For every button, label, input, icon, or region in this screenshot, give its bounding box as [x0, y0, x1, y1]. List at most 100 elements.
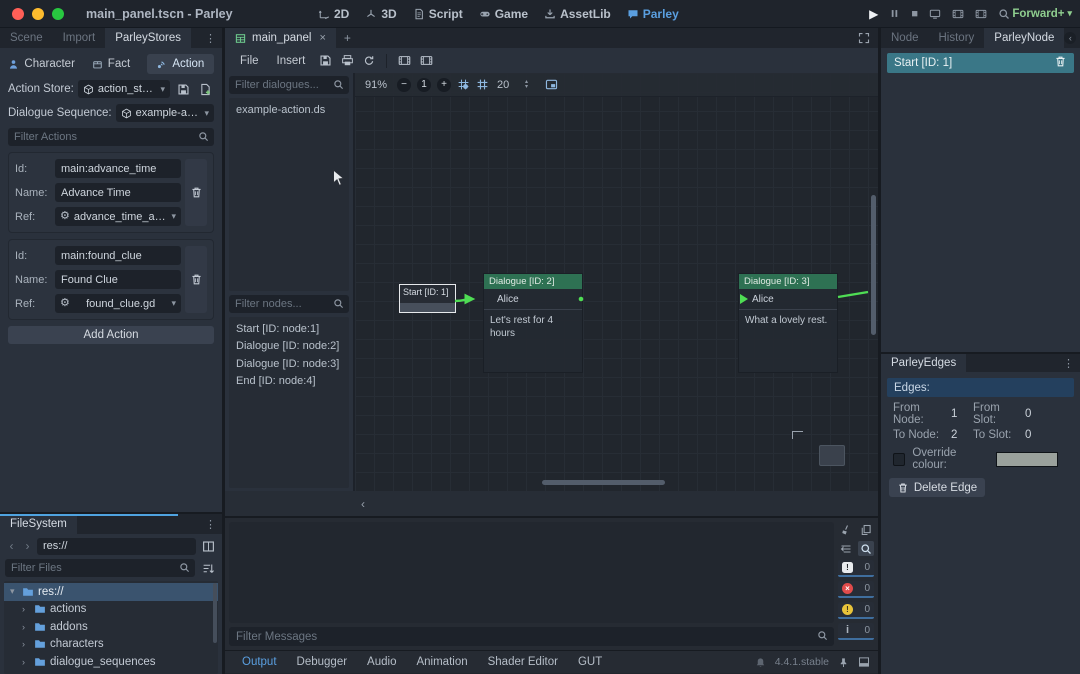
notifications-bell-icon[interactable] [755, 657, 766, 668]
distraction-free-button[interactable] [850, 28, 878, 48]
pause-button[interactable] [889, 8, 900, 19]
minimize-window-button[interactable] [32, 8, 44, 20]
path-field[interactable] [37, 538, 196, 555]
print-dialogue-button[interactable] [338, 52, 356, 70]
workspace-3d[interactable]: 3D [365, 7, 396, 21]
tab-node[interactable]: Node [881, 28, 929, 48]
movie-maker-button[interactable] [998, 8, 1010, 20]
filter-warnings-toggle[interactable]: ! 0 [838, 602, 874, 619]
tab-parleystores[interactable]: ParleyStores [105, 28, 191, 48]
graph-minimap[interactable] [819, 445, 845, 466]
filter-messages-input[interactable] [229, 627, 834, 646]
tab-filesystem[interactable]: FileSystem [0, 514, 77, 534]
bottom-tab-debugger[interactable]: Debugger [288, 656, 357, 668]
workspace-game[interactable]: Game [479, 7, 528, 21]
tree-row-characters[interactable]: › characters [4, 636, 218, 654]
collapse-icon[interactable]: › [22, 622, 30, 632]
stop-button[interactable]: ■ [911, 8, 918, 20]
filter-errors-toggle[interactable]: × 0 [838, 581, 874, 598]
snap-toggle-button[interactable] [457, 78, 470, 91]
action-name-field[interactable] [55, 270, 181, 289]
override-colour-checkbox[interactable] [893, 453, 905, 466]
tab-main-panel[interactable]: main_panel × [225, 28, 336, 48]
tree-row-res[interactable]: ▾ res:// [4, 583, 218, 601]
workspace-2d[interactable]: 2D [318, 7, 349, 21]
nav-back-button[interactable]: ‹ [5, 539, 18, 553]
filter-info-toggle[interactable]: i 0 [838, 623, 874, 640]
save-store-button[interactable] [174, 80, 192, 98]
bottom-tab-gut[interactable]: GUT [569, 656, 611, 668]
graph-node-start[interactable]: Start [ID: 1] [399, 284, 456, 313]
minimap-toggle-button[interactable] [545, 78, 558, 91]
renderer-selector[interactable]: Forward+ ▾ [1012, 8, 1072, 20]
collapse-icon[interactable]: › [22, 657, 30, 667]
collapse-messages-button[interactable] [838, 541, 855, 556]
colour-swatch[interactable] [996, 452, 1058, 467]
bottom-tab-animation[interactable]: Animation [407, 656, 476, 668]
clear-output-button[interactable] [838, 522, 855, 537]
close-window-button[interactable] [12, 8, 24, 20]
filter-files-input[interactable] [5, 559, 195, 577]
filter-nodes-input[interactable] [229, 295, 349, 313]
action-id-field[interactable] [55, 159, 181, 178]
filter-dialogues-input[interactable] [229, 76, 349, 94]
edge-dialogue3-out[interactable] [838, 292, 868, 297]
bottom-tab-shader-editor[interactable]: Shader Editor [479, 656, 567, 668]
tab-history[interactable]: History [929, 28, 985, 48]
expand-icon[interactable]: ▾ [10, 586, 18, 597]
node-list-item[interactable]: End [ID: node:4] [229, 373, 349, 391]
bottom-tab-output[interactable]: Output [233, 656, 286, 668]
play-button[interactable]: ▶ [869, 7, 878, 21]
tabs-back-button[interactable]: ‹ [1064, 32, 1076, 44]
action-ref-dropdown[interactable]: ⚙ advance_time_action.gd ▾ [55, 207, 181, 226]
zoom-out-button[interactable]: − [397, 78, 411, 92]
tree-row-dialogue-sequences[interactable]: › dialogue_sequences [4, 653, 218, 671]
test-dialogue-button[interactable] [417, 52, 435, 70]
bottom-tab-audio[interactable]: Audio [358, 656, 405, 668]
nav-forward-button[interactable]: › [21, 539, 34, 553]
tree-row-addons[interactable]: › addons [4, 618, 218, 636]
spin-down-icon[interactable]: ▾ [525, 85, 528, 90]
copy-output-button[interactable] [858, 522, 875, 537]
delete-action-button[interactable] [185, 159, 207, 226]
collapse-sidebar-button[interactable]: ‹ [361, 497, 365, 511]
refresh-button[interactable] [360, 52, 378, 70]
workspace-parley[interactable]: Parley [627, 7, 679, 21]
dialogue-sequence-dropdown[interactable]: example-action.ds ▾ [116, 104, 214, 122]
delete-action-button[interactable] [185, 246, 207, 313]
workspace-script[interactable]: Script [413, 7, 463, 21]
store-tab-fact[interactable]: Fact [77, 54, 144, 74]
filesystem-scrollbar[interactable] [213, 583, 217, 643]
menu-file[interactable]: File [233, 55, 266, 67]
delete-edge-button[interactable]: Delete Edge [889, 478, 985, 497]
tab-scene[interactable]: Scene [0, 28, 53, 48]
play-custom-scene-button[interactable] [975, 8, 987, 20]
tab-parleyedges[interactable]: ParleyEdges [881, 354, 966, 372]
new-tab-button[interactable]: + [336, 28, 359, 48]
dock-menu-button[interactable]: ⋮ [199, 28, 222, 48]
menu-insert[interactable]: Insert [270, 55, 313, 67]
split-view-button[interactable] [199, 537, 217, 555]
expand-bottom-panel-button[interactable] [858, 656, 870, 668]
node-list-item[interactable]: Dialogue [ID: node:2] [229, 338, 349, 356]
parleyedges-menu-button[interactable]: ⋮ [1057, 354, 1080, 372]
dialogue-graph[interactable]: 91% − 1 + ▴▾ Start [ID: [355, 73, 878, 491]
maximize-window-button[interactable] [52, 8, 64, 20]
selected-node-row[interactable]: Start [ID: 1] [887, 53, 1074, 73]
workspace-assetlib[interactable]: AssetLib [544, 7, 611, 21]
delete-node-button[interactable] [1054, 55, 1067, 71]
graph-horizontal-scrollbar[interactable] [542, 480, 665, 485]
collapse-icon[interactable]: › [22, 639, 30, 649]
store-tab-action[interactable]: Action [147, 54, 214, 74]
graph-node-dialogue-3[interactable]: Dialogue [ID: 3] Alice What a lovely res… [738, 273, 838, 373]
add-action-button[interactable]: Add Action [8, 326, 214, 344]
run-dialogue-button[interactable] [395, 52, 413, 70]
snap-distance-input[interactable] [495, 79, 525, 91]
dialogue-list-item[interactable]: example-action.ds [229, 101, 349, 119]
filesystem-menu-button[interactable]: ⋮ [199, 514, 222, 534]
graph-vertical-scrollbar[interactable] [871, 195, 876, 335]
store-tab-character[interactable]: Character [8, 54, 75, 74]
save-dialogue-button[interactable] [316, 52, 334, 70]
graph-node-dialogue-2[interactable]: Dialogue [ID: 2] Alice Let's rest for 4 … [483, 273, 583, 373]
sort-files-button[interactable] [199, 559, 217, 577]
